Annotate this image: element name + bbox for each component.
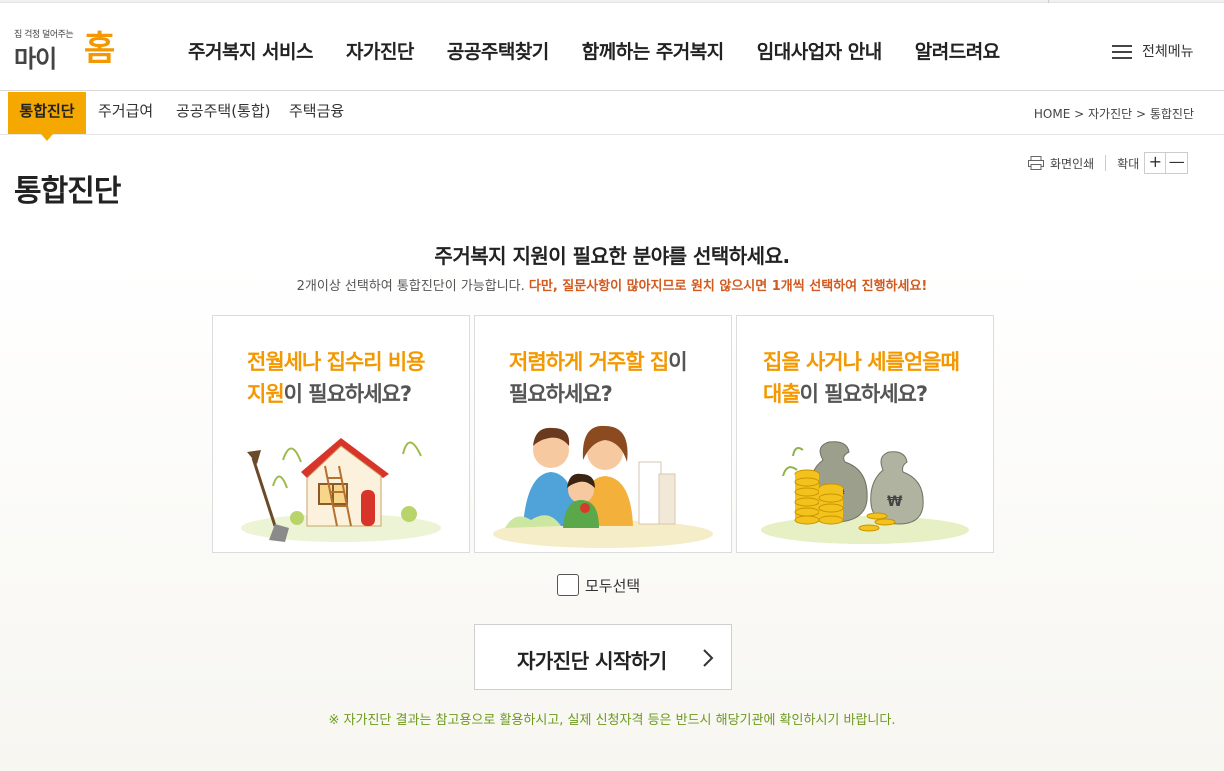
gnb-self-diagnosis[interactable]: 자가진단 <box>346 37 414 64</box>
logo-home-mark: 홈 <box>84 29 116 69</box>
printer-icon[interactable] <box>1028 156 1044 170</box>
site-header: 집 걱정 덜어주는 마이 홈 주거복지 서비스 자가진단 공공주택찾기 함께하는… <box>0 3 1224 91</box>
all-menu-button[interactable]: 전체메뉴 <box>1112 41 1194 61</box>
logo-name: 마이 <box>14 45 57 73</box>
all-menu-label: 전체메뉴 <box>1142 44 1194 60</box>
zoom-label: 확대 <box>1117 156 1140 171</box>
page-tools: 화면인쇄 확대 + — <box>1028 152 1189 174</box>
family-illustration-icon <box>493 425 713 548</box>
select-all-label: 모두선택 <box>585 576 641 595</box>
card-title-highlight: 대출 <box>763 382 801 406</box>
gnb-rental-business-guide[interactable]: 임대사업자 안내 <box>757 37 882 64</box>
svg-text:₩: ₩ <box>887 494 903 510</box>
gnb-notices[interactable]: 알려드려요 <box>915 37 1000 64</box>
card-title-text: 이 <box>668 350 687 374</box>
card-title-text: 이 필요하세요? <box>799 382 928 406</box>
card-affordable-housing[interactable]: 저렴하게 거주할 집이 필요하세요? <box>474 315 732 553</box>
card-title-highlight: 지원 <box>247 382 285 406</box>
tab-housing-finance[interactable]: 주택금융 <box>289 92 344 134</box>
sub-navigation: 통합진단 주거급여 공공주택(통합) 주택금융 HOME > 자가진단 > 통합… <box>0 92 1224 141</box>
card-title-highlight: 전월세나 집수리 비용 <box>247 350 426 374</box>
gnb-housing-welfare-service[interactable]: 주거복지 서비스 <box>188 37 313 64</box>
disclaimer-notice: ※ 자가진단 결과는 참고용으로 활용하시고, 실제 신청자격 등은 반드시 해… <box>328 713 896 728</box>
card-title: 전월세나 집수리 비용 지원이 필요하세요? <box>247 346 426 410</box>
start-diagnosis-button[interactable]: 자가진단 시작하기 <box>474 624 732 690</box>
house-illustration-icon <box>241 438 441 542</box>
breadcrumb: HOME > 자가진단 > 통합진단 <box>1033 107 1194 121</box>
zoom-out-button[interactable]: — <box>1166 152 1189 174</box>
hamburger-icon <box>1112 44 1132 59</box>
card-title-text: 이 필요하세요? <box>283 382 412 406</box>
gnb-together-housing-welfare[interactable]: 함께하는 주거복지 <box>582 37 724 64</box>
page-title: 통합진단 <box>14 174 121 209</box>
gnb-public-housing-search[interactable]: 공공주택찾기 <box>447 37 549 64</box>
print-button[interactable]: 화면인쇄 <box>1050 155 1094 172</box>
chevron-right-icon <box>703 649 714 667</box>
tab-integrated-diagnosis[interactable]: 통합진단 <box>8 92 86 141</box>
tools-divider <box>1105 155 1107 171</box>
card-title: 집을 사거나 세를얻을때 대출이 필요하세요? <box>763 346 960 410</box>
card-housing-loan[interactable]: 집을 사거나 세를얻을때 대출이 필요하세요? ₩ ₩ <box>736 315 994 553</box>
selection-heading: 주거복지 지원이 필요한 분야를 선택하세요. <box>434 244 790 268</box>
selection-description: 2개이상 선택하여 통합진단이 가능합니다. 다만, 질문사항이 많아지므로 원… <box>0 275 1224 294</box>
description-warning: 다만, 질문사항이 많아지므로 원치 않으시면 1개씩 선택하여 진행하세요! <box>528 279 928 294</box>
select-all-checkbox[interactable]: 모두선택 <box>557 574 640 596</box>
card-title: 저렴하게 거주할 집이 필요하세요? <box>509 346 688 410</box>
tab-housing-benefit[interactable]: 주거급여 <box>98 92 153 134</box>
tab-public-housing[interactable]: 공공주택(통합) <box>176 92 271 134</box>
card-title-highlight: 집을 사거나 세를얻을때 <box>763 350 960 374</box>
start-button-label: 자가진단 시작하기 <box>517 649 667 673</box>
checkbox-box[interactable] <box>557 574 579 596</box>
card-cost-support[interactable]: 전월세나 집수리 비용 지원이 필요하세요? <box>212 315 470 553</box>
site-logo[interactable]: 집 걱정 덜어주는 마이 홈 <box>14 25 124 73</box>
main-navigation: 주거복지 서비스 자가진단 공공주택찾기 함께하는 주거복지 임대사업자 안내 … <box>188 37 1033 64</box>
money-bags-illustration-icon: ₩ ₩ <box>761 441 969 544</box>
zoom-in-button[interactable]: + <box>1144 152 1167 174</box>
card-title-text: 필요하세요? <box>509 382 613 406</box>
card-title-highlight: 저렴하게 거주할 집 <box>509 350 669 374</box>
description-normal: 2개이상 선택하여 통합진단이 가능합니다. <box>296 279 529 294</box>
